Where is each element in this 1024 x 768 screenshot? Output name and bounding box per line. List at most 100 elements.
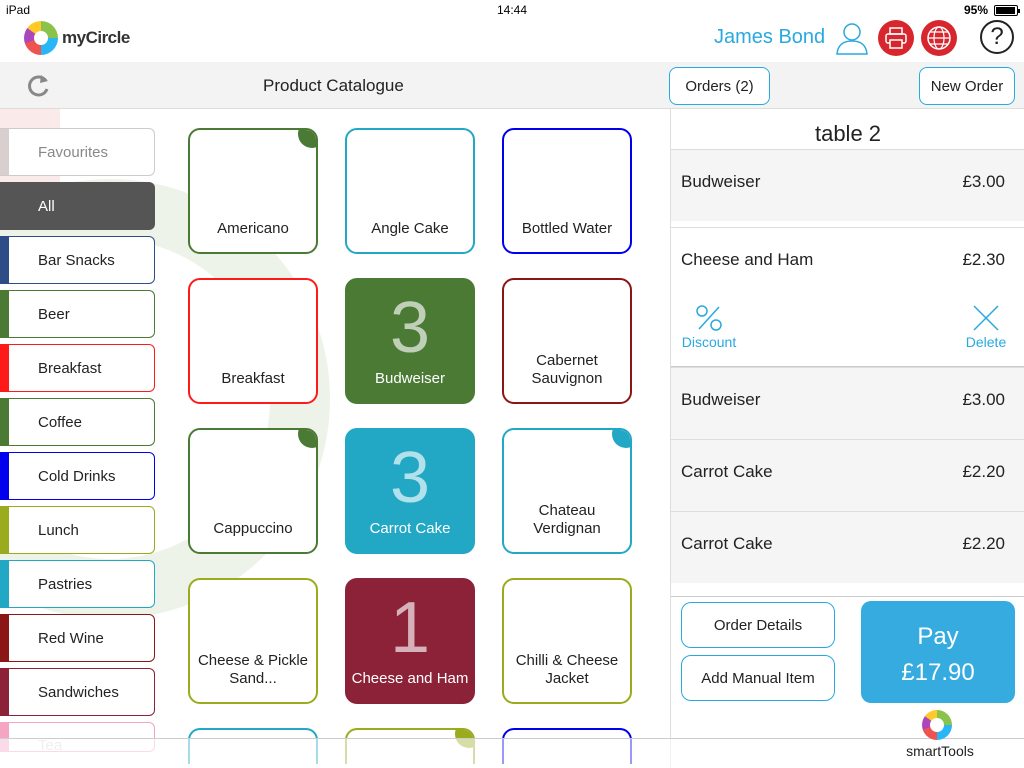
product-name: Angle Cake	[371, 220, 449, 237]
order-line[interactable]: Carrot Cake £2.20	[671, 511, 1024, 583]
product-tile[interactable]: Cheese & Pickle Sand...	[188, 578, 318, 704]
product-tile[interactable]: Chateau Verdignan	[502, 428, 632, 554]
category-color-swatch	[0, 615, 9, 661]
order-line-name: Carrot Cake	[681, 462, 773, 481]
category-label: Lunch	[38, 521, 79, 539]
category-color-swatch	[0, 183, 9, 229]
smarttools-logo-icon[interactable]	[922, 710, 952, 740]
product-tile[interactable]: Bottled Water	[502, 128, 632, 254]
category-label: Cold Drinks	[38, 467, 116, 485]
favourite-corner-marker	[612, 430, 630, 448]
product-name: Carrot Cake	[369, 520, 451, 537]
add-manual-item-button[interactable]: Add Manual Item	[681, 655, 835, 701]
product-tile[interactable]: Chilli & Cheese Jacket	[502, 578, 632, 704]
category-cold-drinks[interactable]: Cold Drinks	[0, 452, 155, 500]
product-tile[interactable]: Cappuccino	[188, 428, 318, 554]
category-bar-snacks[interactable]: Bar Snacks	[0, 236, 155, 284]
battery-icon	[994, 5, 1020, 16]
order-line-price: £2.30	[962, 250, 1005, 269]
product-tile[interactable]: Cabernet Sauvignon	[502, 278, 632, 404]
product-name: Chateau Verdignan	[533, 502, 601, 537]
category-color-swatch	[0, 507, 9, 553]
category-color-swatch	[0, 237, 9, 283]
discount-label: Discount	[681, 334, 737, 350]
category-pastries[interactable]: Pastries	[0, 560, 155, 608]
category-label: All	[38, 197, 55, 215]
product-name: Bottled Water	[521, 220, 613, 237]
category-label: Favourites	[38, 143, 109, 161]
help-button[interactable]: ?	[980, 20, 1014, 54]
new-order-button[interactable]: New Order	[919, 67, 1015, 105]
category-coffee[interactable]: Coffee	[0, 398, 155, 446]
product-tile[interactable]: Americano	[188, 128, 318, 254]
product-name: Breakfast	[221, 370, 285, 387]
smarttools-label: smartTools	[906, 743, 974, 759]
order-details-button[interactable]: Order Details	[681, 602, 835, 648]
order-line-price: £3.00	[962, 172, 1005, 191]
user-icon[interactable]	[834, 20, 870, 56]
category-favourites[interactable]: Favourites	[0, 128, 155, 176]
product-name: Cheese and Ham	[351, 670, 469, 687]
product-name: Cabernet Sauvignon	[531, 352, 603, 387]
order-line-name: Carrot Cake	[681, 534, 773, 553]
order-line[interactable]: Carrot Cake £2.20	[671, 439, 1024, 511]
app-name: myCircle	[62, 28, 130, 47]
product-name: Cappuccino	[213, 520, 293, 537]
order-line-price: £2.20	[962, 534, 1005, 553]
category-color-swatch	[0, 453, 9, 499]
product-quantity: 3	[389, 288, 431, 368]
category-breakfast[interactable]: Breakfast	[0, 344, 155, 392]
order-total: £17.90	[901, 659, 975, 686]
order-line[interactable]: Budweiser £3.00	[671, 149, 1024, 221]
order-line[interactable]: Budweiser £3.00	[671, 367, 1024, 439]
discount-button[interactable]: Discount	[674, 304, 744, 350]
refresh-icon[interactable]	[26, 72, 52, 98]
category-label: Bar Snacks	[38, 251, 115, 269]
globe-button[interactable]	[921, 20, 957, 56]
app-logo: myCircle	[24, 20, 130, 56]
category-color-swatch	[0, 129, 9, 175]
table-title: table 2	[814, 121, 882, 146]
category-color-swatch	[0, 399, 9, 445]
product-name: Chilli & Cheese Jacket	[515, 652, 619, 687]
printer-icon	[885, 27, 907, 49]
product-name: Cheese & Pickle Sand...	[197, 652, 309, 687]
close-icon	[973, 305, 999, 331]
favourite-corner-marker	[298, 130, 316, 148]
product-name: Americano	[217, 220, 289, 237]
category-color-swatch	[0, 345, 9, 391]
product-quantity: 1	[389, 588, 431, 668]
category-color-swatch	[0, 561, 9, 607]
category-label: Red Wine	[38, 629, 104, 647]
product-tile[interactable]: Angle Cake	[345, 128, 475, 254]
toolbar: Product Catalogue Orders (2) New Order	[0, 62, 1024, 109]
bottom-bar	[0, 738, 1024, 768]
category-lunch[interactable]: Lunch	[0, 506, 155, 554]
product-tile[interactable]: 3 Budweiser	[345, 278, 475, 404]
delete-label: Delete	[965, 334, 1007, 350]
percent-icon	[696, 305, 722, 331]
printer-button[interactable]	[878, 20, 914, 56]
category-color-swatch	[0, 669, 9, 715]
category-all[interactable]: All	[0, 182, 155, 230]
order-line-name: Cheese and Ham	[681, 250, 814, 269]
category-sandwiches[interactable]: Sandwiches	[0, 668, 155, 716]
order-line-price: £2.20	[962, 462, 1005, 481]
battery-percent: 95%	[963, 3, 988, 17]
category-beer[interactable]: Beer	[0, 290, 155, 338]
globe-icon	[927, 26, 951, 50]
category-label: Coffee	[38, 413, 82, 431]
order-panel: table 2 Budweiser £3.00 Cheese and Ham £…	[670, 109, 1024, 768]
pay-button[interactable]: Pay £17.90	[861, 601, 1015, 703]
page-title: Product Catalogue	[263, 76, 404, 95]
category-red-wine[interactable]: Red Wine	[0, 614, 155, 662]
orders-button[interactable]: Orders (2)	[669, 67, 770, 105]
category-label: Breakfast	[38, 359, 102, 377]
delete-button[interactable]: Delete	[951, 304, 1021, 350]
order-line-selected[interactable]: Cheese and Ham £2.30 Discount Delete	[671, 227, 1024, 367]
category-label: Beer	[38, 305, 70, 323]
product-tile[interactable]: 3 Carrot Cake	[345, 428, 475, 554]
product-tile[interactable]: 1 Cheese and Ham	[345, 578, 475, 704]
product-tile[interactable]: Breakfast	[188, 278, 318, 404]
user-name[interactable]: James Bond	[714, 26, 825, 49]
